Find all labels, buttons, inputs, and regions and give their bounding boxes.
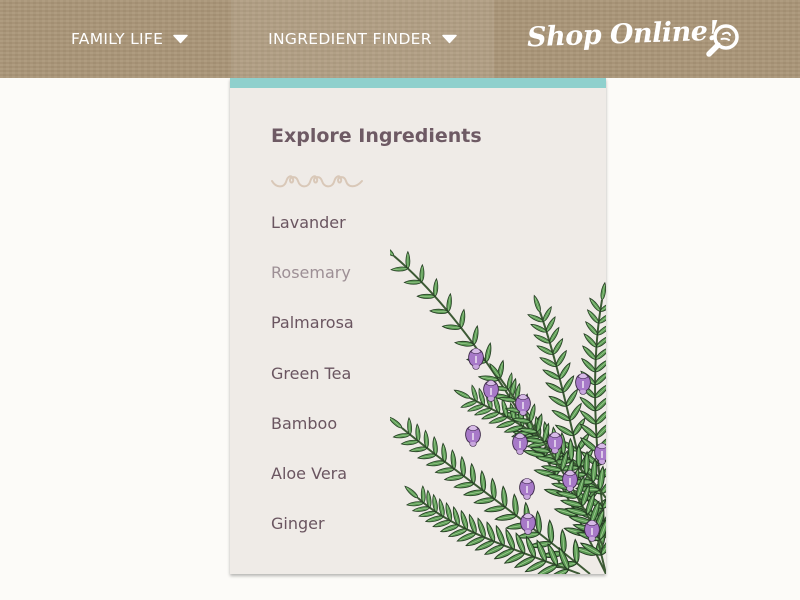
rosemary-leaf	[392, 432, 411, 440]
rosemary-leaf	[405, 251, 411, 269]
rosemary-leaf	[564, 387, 580, 408]
rosemary-leaf	[400, 438, 420, 447]
dropdown-title: Explore Ingredients	[271, 125, 482, 147]
rosemary-leaf	[483, 504, 507, 514]
ingredient-item-palmarosa[interactable]: Palmarosa	[271, 312, 354, 362]
rosemary-flower	[465, 424, 481, 448]
rosemary-leaf	[599, 281, 606, 301]
rosemary-illustration	[390, 248, 606, 574]
rosemary-leaf	[443, 473, 465, 483]
nav-ingredient-finder[interactable]: INGREDIENT FINDER	[231, 0, 494, 78]
rosemary-leaf	[390, 266, 409, 273]
chevron-down-icon	[173, 34, 188, 44]
search-icon[interactable]	[704, 22, 742, 58]
ingredient-finder-dropdown: Explore Ingredients Lavander Rosemary Pa…	[230, 78, 606, 574]
rosemary-leaf	[406, 500, 425, 508]
rosemary-flower	[519, 477, 535, 501]
rosemary-leaf	[531, 294, 543, 314]
ingredient-item-green-tea[interactable]: Green Tea	[271, 363, 354, 413]
rosemary-leaf	[494, 512, 518, 523]
ingredient-item-bamboo[interactable]: Bamboo	[271, 413, 354, 463]
rosemary-leaf	[425, 459, 446, 468]
rosemary-branches	[390, 248, 606, 574]
squiggle-divider-icon	[271, 175, 363, 188]
rosemary-leaf	[408, 445, 428, 454]
ingredient-list: Lavander Rosemary Palmarosa Green Tea Ba…	[271, 212, 354, 563]
shop-online-link[interactable]: Shop Online!	[527, 16, 720, 54]
rosemary-leaf	[587, 296, 603, 314]
rosemary-leaf	[416, 293, 436, 300]
rosemary-leaf	[483, 342, 494, 363]
ingredient-item-rosemary[interactable]: Rosemary	[271, 262, 354, 312]
rosemary-leaf	[432, 278, 439, 298]
rosemary-leaf	[453, 480, 475, 490]
nav-family-life-label: FAMILY LIFE	[71, 30, 164, 48]
rosemary-leaf	[434, 466, 456, 475]
rosemary-leaf	[390, 414, 404, 430]
rosemary-leaf	[403, 279, 423, 285]
rosemary-leaf	[452, 387, 472, 401]
nav-ingredient-finder-label: INGREDIENT FINDER	[268, 30, 432, 48]
rosemary-flower	[520, 512, 536, 536]
rosemary-leaf	[473, 496, 496, 506]
rosemary-leaf	[445, 293, 453, 313]
top-nav-bar: FAMILY LIFE INGREDIENT FINDER Shop Onlin…	[0, 0, 800, 78]
dropdown-accent-bar	[230, 78, 606, 88]
ingredient-item-aloe-vera[interactable]: Aloe Vera	[271, 463, 354, 513]
rosemary-leaf	[403, 484, 420, 500]
ingredient-item-ginger[interactable]: Ginger	[271, 513, 354, 563]
ingredient-item-lavander[interactable]: Lavander	[271, 212, 354, 262]
rosemary-leaf	[471, 325, 481, 346]
chevron-down-icon	[442, 34, 457, 44]
rosemary-flower	[468, 347, 484, 371]
nav-family-life[interactable]: FAMILY LIFE	[71, 0, 188, 78]
rosemary-leaf	[458, 308, 467, 329]
rosemary-leaf	[419, 264, 425, 283]
rosemary-leaf	[417, 452, 437, 461]
rosemary-leaf	[463, 488, 485, 498]
